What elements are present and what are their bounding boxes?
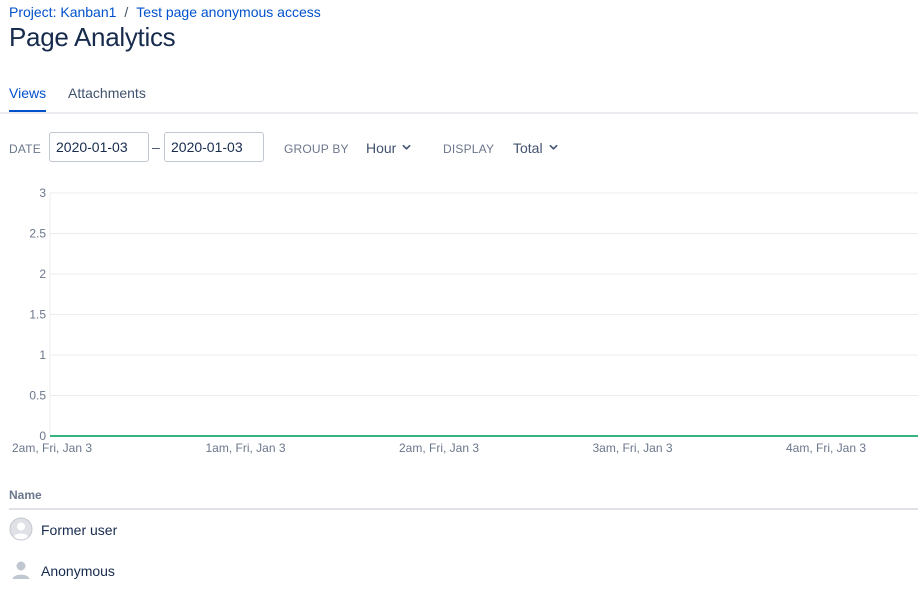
views-chart: 0 0.5 1 1.5 2 2.5 3 2am, Fri, Jan 3 1am, Fri, Ja… [0,180,918,467]
date-label: DATE [9,142,41,156]
display-label: DISPLAY [443,142,495,156]
table-row-anonymous: Anonymous [9,558,409,586]
breadcrumb-separator: / [124,4,129,20]
group-by-value: Hour [366,140,397,156]
x-tick-label: 4am, Fri, Jan 3 [786,441,866,455]
table-row-former-user: Former user [9,517,409,545]
y-tick-label: 1 [39,348,46,362]
x-tick-label: 3am, Fri, Jan 3 [592,441,672,455]
table-header-divider [9,508,918,510]
group-by-label: GROUP BY [284,142,349,156]
user-name: Anonymous [41,563,115,579]
x-tick-label: 1am, Fri, Jan 3 [205,441,285,455]
y-tick-label: 2.5 [29,227,46,241]
chevron-down-icon [549,144,558,150]
x-tick-label: 2am, Fri, Jan 3 [12,441,92,455]
anonymous-user-icon [12,561,30,579]
y-tick-label: 0.5 [29,389,46,403]
display-value: Total [513,140,543,156]
user-name[interactable]: Former user [41,522,117,538]
filter-bar: DATE – GROUP BY Hour DISPLAY Total [9,132,909,162]
user-avatar-circle-icon [9,517,33,541]
date-from-input[interactable] [49,132,149,162]
y-tick-label: 2 [39,267,46,281]
x-tick-label: 2am, Fri, Jan 3 [399,441,479,455]
breadcrumb-project-link[interactable]: Project: Kanban1 [9,4,116,20]
y-tick-label: 3 [39,186,46,200]
date-range-dash: – [152,139,160,155]
tab-views[interactable]: Views [9,85,47,112]
y-tick-label: 1.5 [29,308,46,322]
page-title: Page Analytics [9,22,176,52]
group-by-dropdown[interactable]: Hour [366,140,411,156]
chevron-down-icon [402,144,411,150]
views-chart-svg: 00.511.522.532am, Fri, Jan 3 1am, Fri, Ja… [12,186,918,455]
tab-attachments[interactable]: Attachments [68,85,146,101]
date-to-input[interactable] [164,132,264,162]
breadcrumb: Project: Kanban1 / Test page anonymous acc… [9,4,321,20]
tab-bar: Views Attachments [0,82,918,114]
display-dropdown[interactable]: Total [513,140,558,156]
breadcrumb-page-link[interactable]: Test page anonymous access [136,4,320,20]
name-column-header: Name [9,488,42,502]
